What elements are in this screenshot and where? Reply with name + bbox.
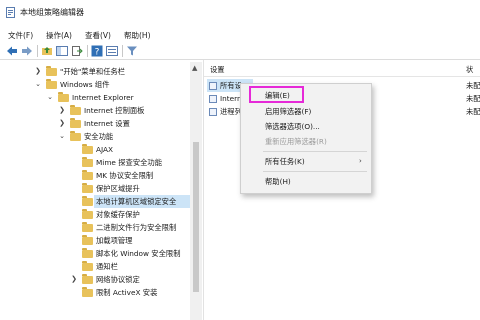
folder-icon xyxy=(82,183,93,193)
back-icon[interactable] xyxy=(6,45,18,57)
chevron-right-icon[interactable]: ❯ xyxy=(58,104,66,117)
tree-item-internet-settings[interactable]: ❯ Internet 设置 xyxy=(0,117,190,130)
tree-item-internet-explorer[interactable]: ⌄ Internet Explorer xyxy=(0,91,190,104)
folder-up-icon[interactable] xyxy=(41,45,53,57)
tree-item-ajax[interactable]: AJAX xyxy=(0,143,190,156)
title-bar: 本地组策略编辑器 xyxy=(0,0,480,26)
scrollbar-thumb[interactable] xyxy=(193,142,199,292)
chevron-down-icon[interactable]: ⌄ xyxy=(46,91,54,104)
folder-icon xyxy=(82,274,93,284)
folder-icon xyxy=(82,209,93,219)
tree-item-security-features[interactable]: ⌄ 安全功能 xyxy=(0,130,190,143)
tree-item-internet-control-panel[interactable]: ❯ Internet 控制面板 xyxy=(0,104,190,117)
menu-separator xyxy=(263,151,367,152)
menu-separator xyxy=(263,171,367,172)
setting-icon xyxy=(209,108,217,116)
help-icon[interactable]: ? xyxy=(91,45,103,57)
folder-icon xyxy=(82,196,93,206)
tree-item-start-menu[interactable]: ❯ "开始"菜单和任务栏 xyxy=(0,65,190,78)
tree-item-mk-protocol[interactable]: MK 协议安全限制 xyxy=(0,169,190,182)
folder-icon xyxy=(82,287,93,297)
folder-icon xyxy=(46,79,57,89)
toolbar: ? xyxy=(0,43,480,60)
scroll-up-icon[interactable]: ▲ xyxy=(192,64,197,72)
properties-icon[interactable] xyxy=(106,45,118,57)
policy-tree: ❯ "开始"菜单和任务栏 ⌄ Windows 组件 ⌄ Internet Exp… xyxy=(0,62,203,320)
tree-item-addon-management[interactable]: 加载项管理 xyxy=(0,234,190,247)
tree-item-restrict-activex[interactable]: 限制 ActiveX 安装 xyxy=(0,286,190,299)
setting-icon xyxy=(209,95,217,103)
filter-icon[interactable] xyxy=(126,45,138,57)
edit-highlight-box xyxy=(249,86,304,103)
menu-view[interactable]: 查看(V) xyxy=(85,30,111,41)
menu-item-reapply-filter: 重新应用筛选器(R) xyxy=(265,137,327,146)
tree-item-network-protocol-lockdown[interactable]: ❯ 网络协议锁定 xyxy=(0,273,190,286)
export-list-icon[interactable] xyxy=(71,45,83,57)
setting-icon xyxy=(209,82,217,90)
show-hide-tree-icon[interactable] xyxy=(56,45,68,57)
folder-icon xyxy=(70,118,81,128)
submenu-arrow-icon: › xyxy=(359,157,362,165)
tree-item-object-caching[interactable]: 对象缓存保护 xyxy=(0,208,190,221)
folder-icon xyxy=(70,131,81,141)
tree-item-notification-bar[interactable]: 通知栏 xyxy=(0,260,190,273)
folder-icon xyxy=(82,235,93,245)
tree-scrollbar[interactable]: ▲ xyxy=(190,62,202,320)
list-header: 设置 状 xyxy=(204,62,480,77)
window-title: 本地组策略编辑器 xyxy=(20,8,84,17)
toolbar-separator xyxy=(122,45,123,57)
chevron-right-icon[interactable]: ❯ xyxy=(34,65,42,78)
folder-icon xyxy=(46,66,57,76)
tree-item-binary-behaviors[interactable]: 二进制文件行为安全限制 xyxy=(0,221,190,234)
menu-item-filter-options[interactable]: 筛选器选项(O)... xyxy=(241,120,371,133)
folder-icon xyxy=(82,248,93,258)
tree-item-zone-elevation[interactable]: 保护区域提升 xyxy=(0,182,190,195)
folder-icon xyxy=(82,144,93,154)
toolbar-separator xyxy=(87,45,88,57)
toolbar-divider xyxy=(0,59,480,60)
column-state[interactable]: 状 xyxy=(466,65,473,75)
tree-item-mime-sniffing[interactable]: Mime 探查安全功能 xyxy=(0,156,190,169)
folder-icon xyxy=(58,92,69,102)
svg-text:?: ? xyxy=(95,48,100,58)
menu-help[interactable]: 帮助(H) xyxy=(124,30,151,41)
folder-icon xyxy=(70,105,81,115)
tree-item-windows-components[interactable]: ⌄ Windows 组件 xyxy=(0,78,190,91)
forward-icon[interactable] xyxy=(21,45,33,57)
column-setting[interactable]: 设置 xyxy=(210,65,225,75)
folder-icon xyxy=(82,170,93,180)
chevron-right-icon[interactable]: ❯ xyxy=(58,117,66,130)
menu-action[interactable]: 操作(A) xyxy=(46,30,72,41)
menu-item-help[interactable]: 帮助(H) xyxy=(241,175,371,188)
folder-icon xyxy=(82,157,93,167)
folder-icon xyxy=(82,222,93,232)
chevron-down-icon[interactable]: ⌄ xyxy=(58,130,66,143)
tree-item-scripted-window[interactable]: 脚本化 Window 安全限制 xyxy=(0,247,190,260)
toolbar-separator xyxy=(37,45,38,57)
menu-file[interactable]: 文件(F) xyxy=(8,30,33,41)
chevron-down-icon[interactable]: ⌄ xyxy=(34,78,42,91)
menu-item-all-tasks[interactable]: 所有任务(K) › xyxy=(241,155,371,168)
menu-bar: 文件(F) 操作(A) 查看(V) 帮助(H) xyxy=(0,26,480,43)
chevron-right-icon[interactable]: ❯ xyxy=(70,273,78,286)
tree-item-local-machine-lockdown[interactable]: 本地计算机区域锁定安全 xyxy=(0,195,190,208)
folder-icon xyxy=(82,261,93,271)
menu-item-enable-filter[interactable]: 启用筛选器(F) xyxy=(241,105,371,118)
policy-editor-icon xyxy=(6,7,15,18)
